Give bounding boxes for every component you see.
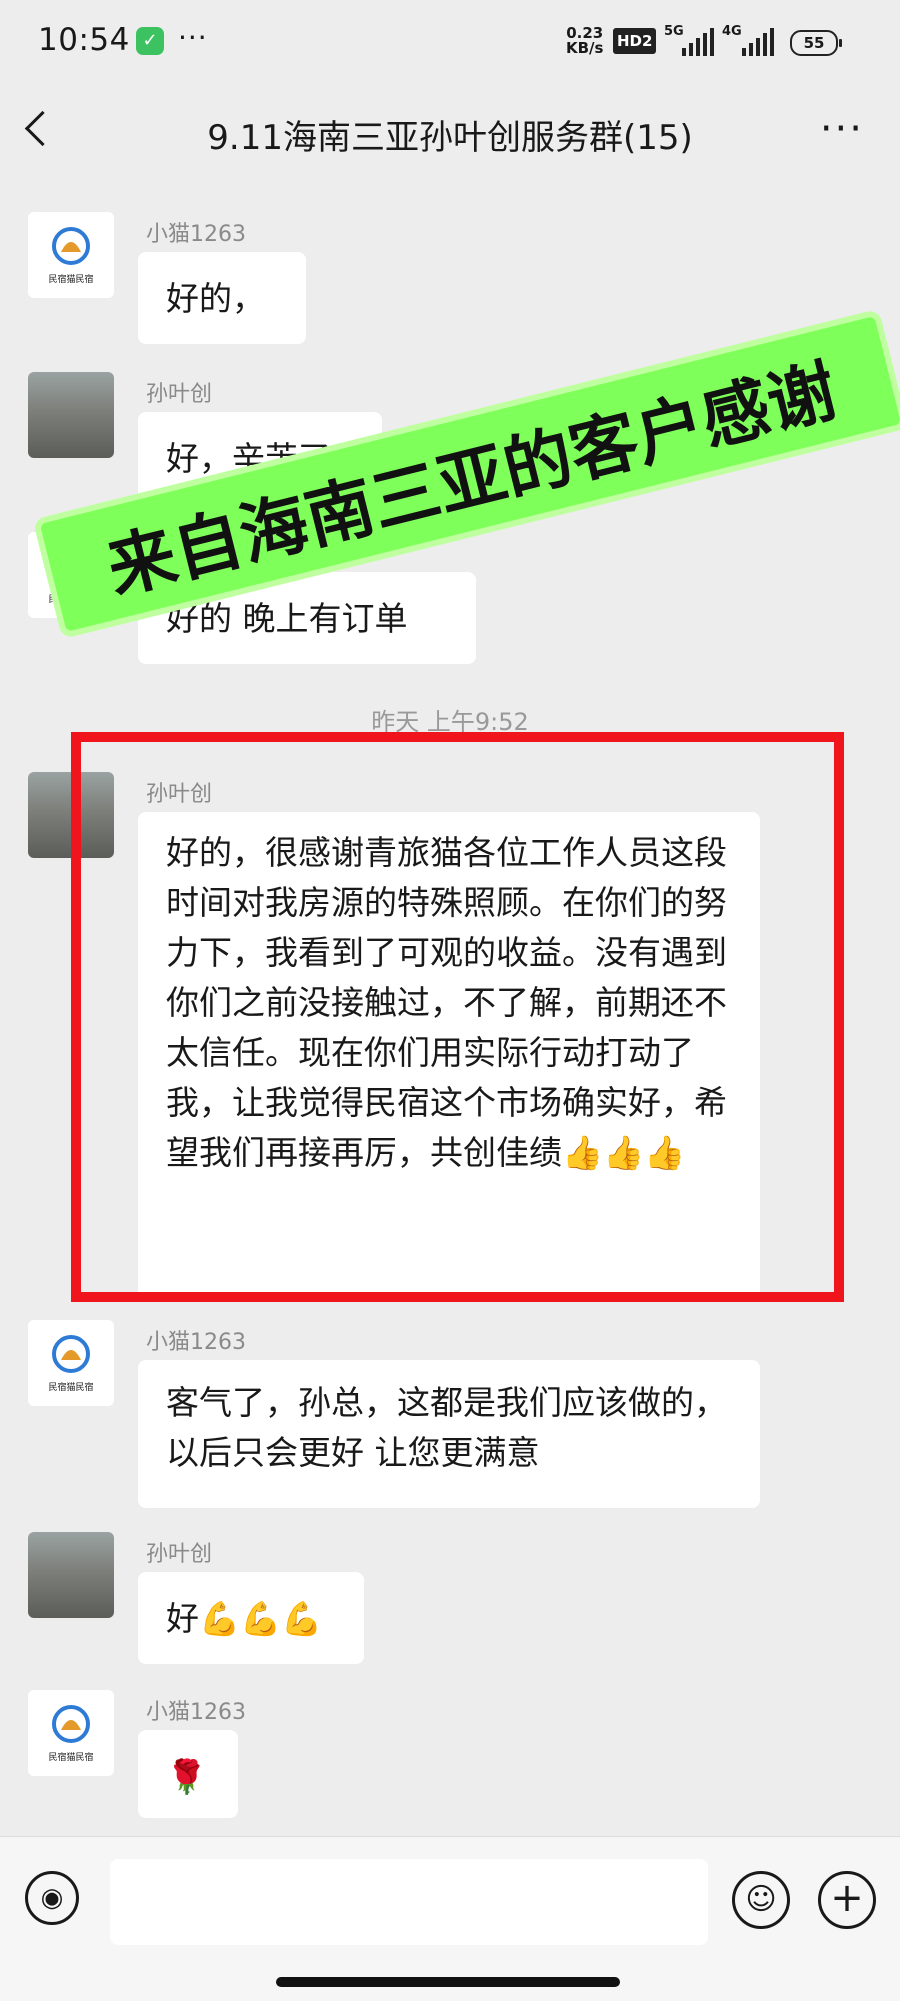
sender-name: 孙叶创 [146, 382, 213, 407]
avatar[interactable]: 民宿猫民宿 [28, 1690, 114, 1776]
more-options-icon[interactable]: ··· [820, 106, 864, 152]
chat-title: 9.11海南三亚孙叶创服务群(15) [207, 118, 693, 158]
avatar[interactable]: 民宿猫民宿 [28, 1320, 114, 1406]
sender-name: 小猫1263 [146, 1700, 246, 1725]
message-input[interactable] [110, 1859, 708, 1945]
plus-icon[interactable]: + [818, 1871, 876, 1929]
message-bubble[interactable]: 好，辛苦了 [138, 412, 382, 504]
sender-name: 小猫1263 [146, 542, 246, 567]
signal-5g-icon: 5G [664, 24, 716, 56]
avatar[interactable] [28, 1532, 114, 1618]
minsu-cat-logo-icon: 民宿猫民宿 [48, 1335, 94, 1393]
network-speed: 0.23 KB/s [566, 24, 604, 57]
signal-4g-icon: 4G [722, 24, 778, 56]
message-bubble[interactable]: 好的 晚上有订单 [138, 572, 476, 664]
minsu-cat-logo-icon: 民宿猫民宿 [48, 1705, 94, 1763]
input-bar: ◉ ☺ + [0, 1836, 900, 2001]
message-bubble[interactable]: 🌹 [138, 1730, 238, 1818]
sender-name: 小猫1263 [146, 1330, 246, 1355]
emoji-icon[interactable]: ☺ [732, 1871, 790, 1929]
sender-name: 孙叶创 [146, 1542, 213, 1567]
minsu-cat-logo-icon: 民宿猫民宿 [48, 547, 94, 605]
message-bubble[interactable]: 好💪💪💪 [138, 1572, 364, 1664]
message-bubble[interactable]: 客气了，孙总，这都是我们应该做的，以后只会更好 让您更满意 [138, 1360, 760, 1508]
status-time: 10:54 [38, 22, 130, 58]
highlight-box [71, 732, 844, 1302]
home-indicator[interactable] [276, 1977, 620, 1987]
svg-text:民宿猫民宿: 民宿猫民宿 [48, 593, 93, 605]
avatar[interactable]: 民宿猫民宿 [28, 532, 114, 618]
minsu-cat-logo-icon: 民宿猫民宿 [48, 227, 94, 285]
svg-text:民宿猫民宿: 民宿猫民宿 [48, 1751, 93, 1763]
message-bubble[interactable]: 好的， [138, 252, 306, 344]
hd-icon: HD2 [613, 28, 657, 54]
chat-header: 9.11海南三亚孙叶创服务群(15) ··· [0, 86, 900, 181]
svg-text:民宿猫民宿: 民宿猫民宿 [48, 273, 93, 285]
voice-icon[interactable]: ◉ [25, 1871, 79, 1925]
svg-text:民宿猫民宿: 民宿猫民宿 [48, 1381, 93, 1393]
sender-name: 小猫1263 [146, 222, 246, 247]
avatar[interactable] [28, 372, 114, 458]
status-bar: 10:54 ✓ ··· 0.23 KB/s HD2 5G 4G 55 [0, 0, 900, 86]
battery-icon: 55 [790, 30, 842, 56]
notification-dots: ··· [178, 21, 208, 54]
avatar[interactable]: 民宿猫民宿 [28, 212, 114, 298]
shield-check-icon: ✓ [136, 27, 164, 55]
